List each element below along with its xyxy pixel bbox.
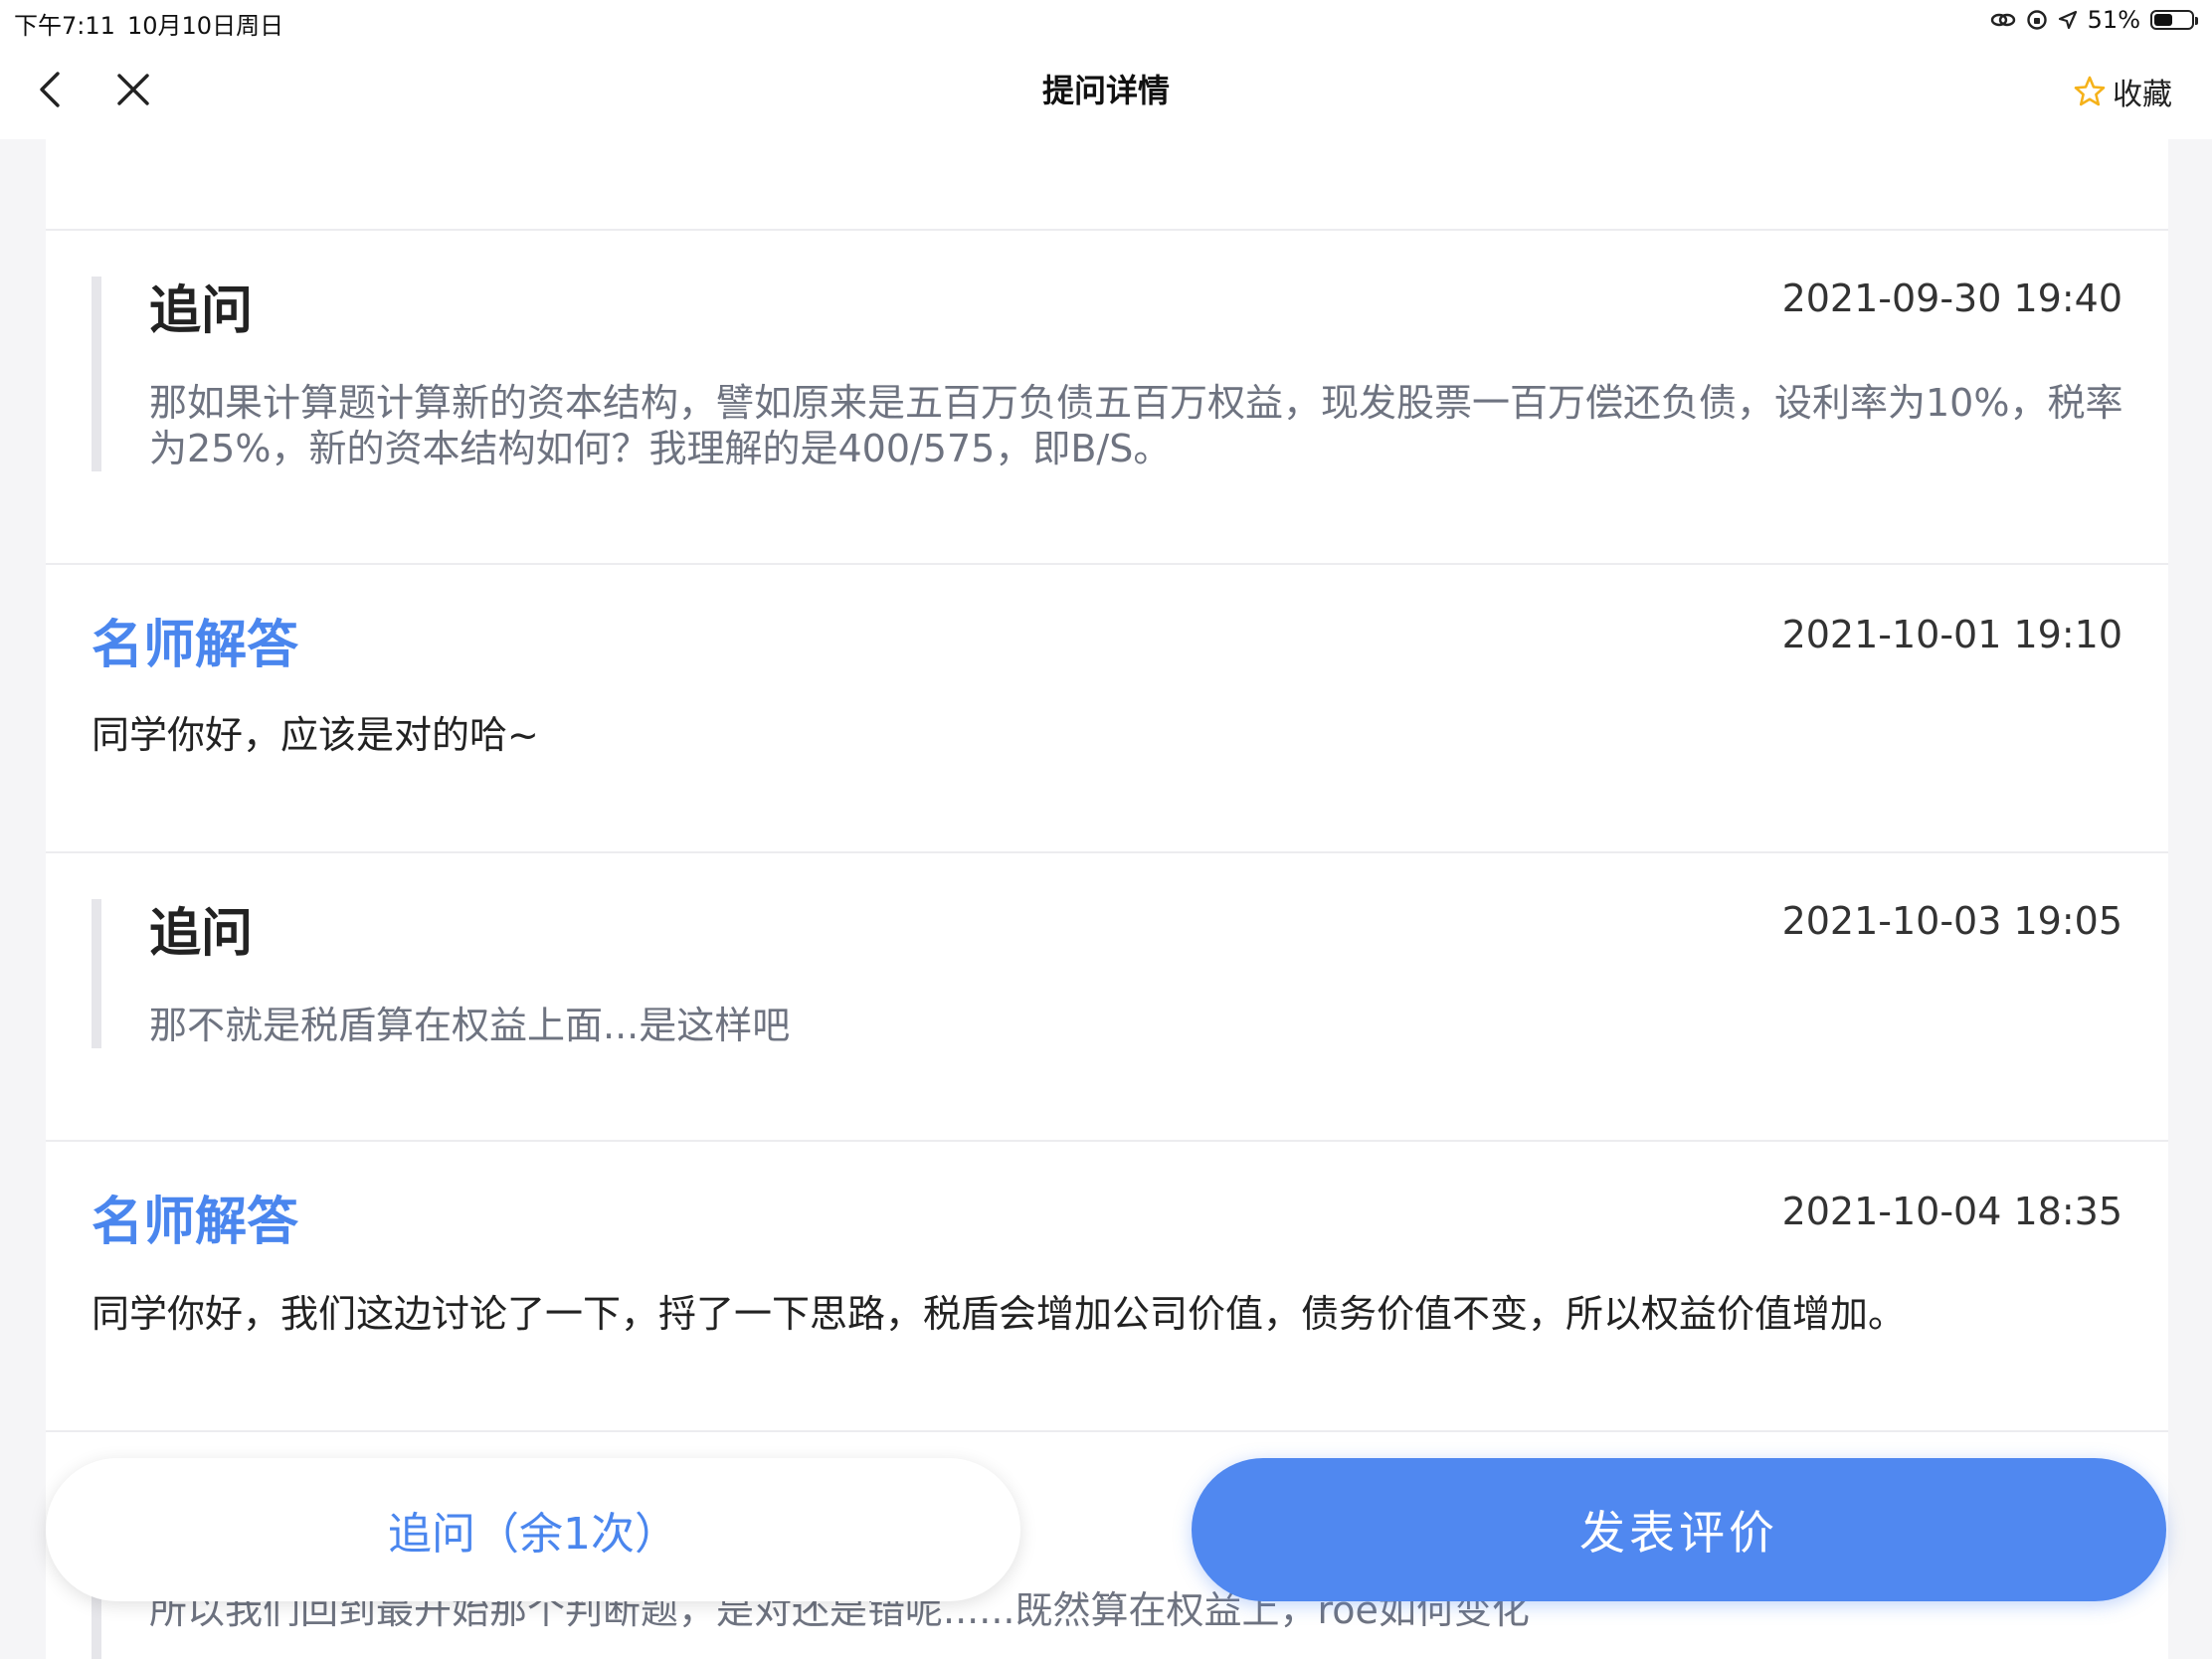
answer-text: 同学你好，我们这边讨论了一下，捋了一下思路，税盾会增加公司价值，债务价值不变，所… [92,1292,1907,1336]
orientation-lock-icon [2026,10,2047,30]
answer-heading: 名师解答 [92,1193,299,1252]
divider [46,1140,2168,1142]
status-time: 下午7:11 [14,12,115,40]
favorite-button[interactable]: 收藏 [2073,70,2172,113]
answer-time: 2021-10-01 19:10 [1781,613,2122,656]
battery-icon [2150,10,2198,30]
nav-bar: 提问详情 收藏 [0,40,2212,139]
status-indicators: 51% [1990,6,2198,34]
status-date: 10月10日周日 [127,12,284,40]
followup-text: 那如果计算题计算新的资本结构，譬如原来是五百万负债五百万权益，现发股票一百万偿还… [149,381,2123,470]
answer-heading: 名师解答 [92,616,299,675]
followup-heading: 追问 [149,281,254,341]
divider [46,1430,2168,1432]
location-icon [2058,10,2077,30]
battery-fill [2154,14,2172,26]
status-bar: 下午7:11 10月10日周日 51% [0,0,2212,40]
followup-button[interactable]: 追问（余1次） [46,1458,1020,1601]
divider [46,851,2168,853]
divider [46,563,2168,565]
star-icon [2074,76,2106,106]
followup-time: 2021-09-30 19:40 [1781,276,2122,320]
followup-quote-bar [92,276,101,471]
answer-text: 同学你好，应该是对的哈~ [92,713,539,757]
link-icon [1990,13,2015,27]
thread-card: 追问 2021-09-30 19:40 那如果计算题计算新的资本结构，譬如原来是… [46,139,2168,1659]
followup-quote-bar [92,899,101,1048]
followup-text: 那不就是税盾算在权益上面...是这样吧 [149,1004,791,1047]
followup-time: 2021-10-03 19:05 [1781,899,2122,943]
answer-time: 2021-10-04 18:35 [1781,1190,2122,1233]
followup-heading: 追问 [149,904,254,964]
post-review-button[interactable]: 发表评价 [1192,1458,2166,1601]
favorite-label: 收藏 [2113,78,2172,112]
battery-percent: 51% [2087,6,2140,34]
page-title: 提问详情 [1041,72,1170,109]
